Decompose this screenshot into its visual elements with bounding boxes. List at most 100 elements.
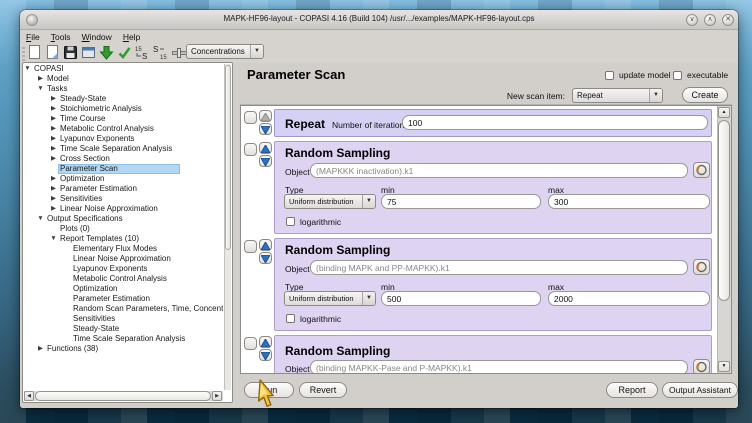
tree-item-tasks[interactable]: ▼Tasks [23,84,223,94]
remove-item-button[interactable] [244,143,257,156]
tree-item-time-scale-separation-analysis[interactable]: ▶Time Scale Separation Analysis [23,144,223,154]
scroll-left-button[interactable]: ◀ [24,391,34,401]
expander-closed-icon[interactable]: ▶ [49,134,58,144]
apply-check-icon[interactable] [116,44,133,61]
tree-v-scrollbar[interactable] [224,64,231,390]
expander-open-icon[interactable]: ▼ [23,64,32,74]
scroll-down-button[interactable]: ▼ [718,361,730,372]
tree-item-report-templates-10[interactable]: ▼Report Templates (10) [23,234,223,244]
maximize-button[interactable]: ∧ [704,14,716,26]
new-scan-item-combo[interactable]: Repeat ▼ [572,88,663,103]
move-down-button[interactable] [259,155,272,167]
move-down-button[interactable] [259,123,272,135]
executable-checkbox[interactable] [673,71,682,80]
object-input[interactable] [310,260,688,275]
expander-open-icon[interactable]: ▼ [36,84,45,94]
tree-item-label[interactable]: Stoichiometric Analysis [58,104,144,114]
remove-item-button[interactable] [244,240,257,253]
tree-item-model[interactable]: ▶Model [23,74,223,84]
tree-item-label[interactable]: Parameter Estimation [71,294,152,304]
expander-closed-icon[interactable]: ▶ [49,144,58,154]
move-down-button[interactable] [259,252,272,264]
create-button[interactable]: Create [682,87,728,103]
expander-closed-icon[interactable]: ▶ [49,124,58,134]
expander-open-icon[interactable]: ▼ [49,234,58,244]
object-input[interactable] [310,163,688,178]
tree-item-time-course[interactable]: ▶Time Course [23,114,223,124]
tree-item-output-specifications[interactable]: ▼Output Specifications [23,214,223,224]
expander-closed-icon[interactable]: ▶ [36,74,45,84]
tree-item-label[interactable]: Sensitivities [71,314,117,324]
object-select-button[interactable] [693,259,710,275]
tree-item-label[interactable]: Random Scan Parameters, Time, Concentrat… [71,304,223,314]
tree-item-label[interactable]: Tasks [45,84,69,94]
concentration-units-icon[interactable]: S15 [152,44,169,61]
tree-item-label[interactable]: Parameter Scan [58,164,180,174]
tree-item-elementary-flux-modes[interactable]: Elementary Flux Modes [23,244,223,254]
open-file-icon[interactable] [44,44,61,61]
expander-closed-icon[interactable]: ▶ [49,194,58,204]
tree-item-label[interactable]: Metabolic Control Analysis [71,274,169,284]
object-input[interactable] [310,360,688,374]
tree-item-parameter-estimation[interactable]: ▶Parameter Estimation [23,184,223,194]
tree-item-label[interactable]: Functions (38) [45,344,100,354]
tree-item-copasi[interactable]: ▼COPASI [23,64,223,74]
tree-item-linear-noise-approximation[interactable]: Linear Noise Approximation [23,254,223,264]
tree-item-label[interactable]: Lyapunov Exponents [58,134,136,144]
tree-item-label[interactable]: Steady-State [71,324,121,334]
tree-item-time-scale-separation-analysis[interactable]: Time Scale Separation Analysis [23,334,223,344]
tree-item-label[interactable]: COPASI [32,64,66,74]
tree-item-label[interactable]: Optimization [58,174,106,184]
output-assistant-button[interactable]: Output Assistant [662,382,738,398]
move-up-button[interactable] [259,142,272,154]
import-arrow-icon[interactable] [98,44,115,61]
tree-item-label[interactable]: Time Scale Separation Analysis [71,334,187,344]
scroll-up-button[interactable]: ▲ [718,107,730,118]
report-button[interactable]: Report [606,382,658,398]
logarithmic-checkbox[interactable] [286,314,295,323]
tree-item-sensitivities[interactable]: ▶Sensitivities [23,194,223,204]
expander-closed-icon[interactable]: ▶ [36,344,45,354]
move-down-button[interactable] [259,349,272,361]
expander-closed-icon[interactable]: ▶ [49,204,58,214]
tree-item-label[interactable]: Time Scale Separation Analysis [58,144,174,154]
chevron-down-icon[interactable]: ▼ [649,89,662,102]
tree-item-optimization[interactable]: ▶Optimization [23,174,223,184]
expander-closed-icon[interactable]: ▶ [49,94,58,104]
tree-item-label[interactable]: Steady-State [58,94,108,104]
tree-item-metabolic-control-analysis[interactable]: Metabolic Control Analysis [23,274,223,284]
min-input[interactable] [381,194,541,209]
min-input[interactable] [381,291,541,306]
tree-item-label[interactable]: Plots (0) [58,224,92,234]
expander-closed-icon[interactable]: ▶ [49,184,58,194]
close-button[interactable]: ✕ [722,14,734,26]
tree-item-steady-state[interactable]: Steady-State [23,324,223,334]
tree-item-label[interactable]: Model [45,74,71,84]
tree-item-stoichiometric-analysis[interactable]: ▶Stoichiometric Analysis [23,104,223,114]
tree-item-parameter-estimation[interactable]: Parameter Estimation [23,294,223,304]
tree-item-label[interactable]: Sensitivities [58,194,104,204]
expander-closed-icon[interactable]: ▶ [49,174,58,184]
tree-item-parameter-scan[interactable]: Parameter Scan [23,164,223,174]
object-select-button[interactable] [693,359,710,374]
tree-item-label[interactable]: Metabolic Control Analysis [58,124,156,134]
distribution-combo[interactable]: Uniform distribution ▼ [284,291,376,306]
menu-item-help[interactable]: Help [123,32,140,42]
title-bar[interactable]: MAPK-HF96-layout - COPASI 4.16 (Build 10… [20,10,738,30]
tree-item-optimization[interactable]: Optimization [23,284,223,294]
tree-item-label[interactable]: Cross Section [58,154,112,164]
update-model-checkbox[interactable] [605,71,614,80]
chevron-down-icon[interactable]: ▼ [362,195,375,208]
scroll-right-button[interactable]: ▶ [212,391,222,401]
tree-item-label[interactable]: Output Specifications [45,214,125,224]
expander-open-icon[interactable]: ▼ [36,214,45,224]
tree-item-label[interactable]: Elementary Flux Modes [71,244,159,254]
tree-h-scroll-thumb[interactable] [35,391,211,401]
tree-item-sensitivities[interactable]: Sensitivities [23,314,223,324]
expander-closed-icon[interactable]: ▶ [49,104,58,114]
tree-h-scrollbar[interactable]: ◀ ▶ [24,391,223,401]
scan-scrollbar[interactable]: ▲ ▼ [717,106,731,373]
iterations-input[interactable] [402,115,708,130]
tree-item-label[interactable]: Optimization [71,284,119,294]
tree-item-label[interactable]: Lyapunov Exponents [71,264,149,274]
